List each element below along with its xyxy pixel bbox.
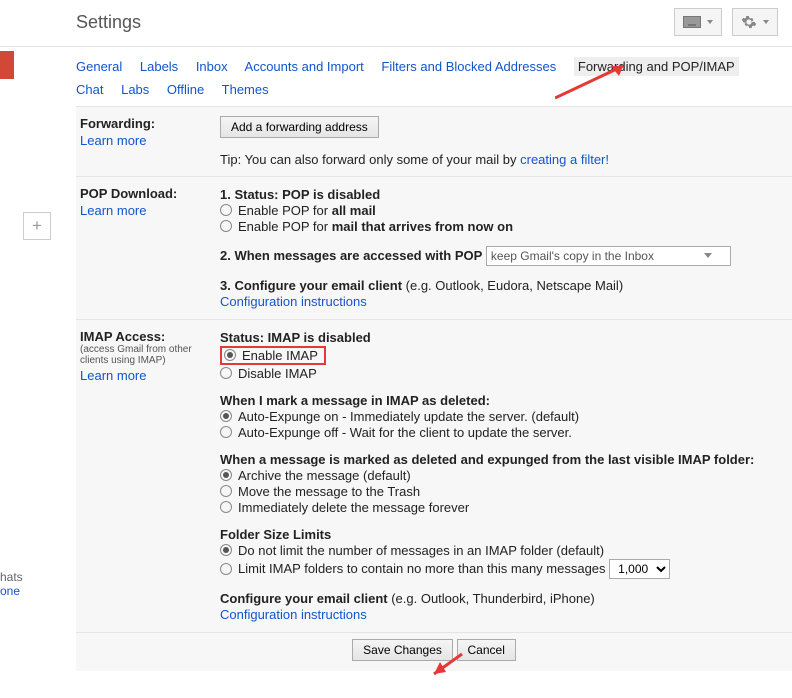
page-title: Settings (76, 12, 141, 33)
tab-accounts[interactable]: Accounts and Import (245, 59, 364, 74)
imap-title: IMAP Access: (80, 329, 220, 344)
pop-title: POP Download: (80, 186, 220, 201)
tab-labs[interactable]: Labs (121, 82, 149, 97)
delete-forever-radio[interactable] (220, 501, 232, 513)
gmail-accent-bar (0, 51, 14, 79)
imap-config-instructions[interactable]: Configuration instructions (220, 607, 367, 622)
expand-button[interactable]: + (23, 212, 51, 240)
tab-filters[interactable]: Filters and Blocked Addresses (381, 59, 556, 74)
imap-learn-more[interactable]: Learn more (80, 368, 220, 383)
pop-enable-now-radio[interactable] (220, 220, 232, 232)
imap-disable-radio[interactable] (220, 367, 232, 379)
add-forwarding-button[interactable]: Add a forwarding address (220, 116, 379, 138)
settings-button[interactable] (732, 8, 778, 36)
imap-expunge-header: When a message is marked as deleted and … (220, 452, 754, 467)
forwarding-learn-more[interactable]: Learn more (80, 133, 220, 148)
tab-labels[interactable]: Labels (140, 59, 178, 74)
settings-tabs: General Labels Inbox Accounts and Import… (76, 47, 792, 106)
imap-mark-deleted-header: When I mark a message in IMAP as deleted… (220, 393, 490, 408)
pop-section: POP Download: Learn more 1. Status: POP … (76, 177, 792, 320)
create-filter-link[interactable]: creating a filter! (520, 152, 609, 167)
limit-radio[interactable] (220, 563, 232, 575)
pop-enable-all-radio[interactable] (220, 204, 232, 216)
tab-inbox[interactable]: Inbox (196, 59, 228, 74)
forwarding-section: Forwarding: Learn more Add a forwarding … (76, 107, 792, 177)
imap-subtitle: (access Gmail from other clients using I… (80, 344, 220, 366)
gear-icon (741, 14, 757, 30)
input-tools-button[interactable] (674, 8, 722, 36)
tab-themes[interactable]: Themes (222, 82, 269, 97)
imap-status: Status: IMAP is disabled (220, 330, 371, 345)
auto-expunge-off-radio[interactable] (220, 426, 232, 438)
no-limit-radio[interactable] (220, 544, 232, 556)
auto-expunge-on-radio[interactable] (220, 410, 232, 422)
imap-enable-radio[interactable] (224, 349, 236, 361)
trash-radio[interactable] (220, 485, 232, 497)
keyboard-icon (683, 16, 701, 28)
archive-radio[interactable] (220, 469, 232, 481)
pop-access-label: 2. When messages are accessed with POP (220, 248, 482, 263)
chat-area: hats one (0, 570, 45, 598)
forwarding-tip: Tip: You can also forward only some of y… (220, 152, 782, 167)
pop-config-instructions[interactable]: Configuration instructions (220, 294, 367, 309)
save-changes-button[interactable]: Save Changes (352, 639, 453, 661)
limit-select[interactable]: 1,000 (609, 559, 670, 579)
imap-section: IMAP Access: (access Gmail from other cl… (76, 320, 792, 633)
enable-imap-highlight: Enable IMAP (220, 346, 326, 365)
pop-access-select[interactable]: keep Gmail's copy in the Inbox (486, 246, 731, 266)
forwarding-title: Forwarding: (80, 116, 220, 131)
pop-status: 1. Status: POP is disabled (220, 187, 380, 202)
folder-size-header: Folder Size Limits (220, 527, 331, 542)
tab-chat[interactable]: Chat (76, 82, 103, 97)
cancel-button[interactable]: Cancel (457, 639, 516, 661)
pop-learn-more[interactable]: Learn more (80, 203, 220, 218)
tab-general[interactable]: General (76, 59, 122, 74)
tab-offline[interactable]: Offline (167, 82, 204, 97)
tab-forwarding[interactable]: Forwarding and POP/IMAP (574, 57, 739, 76)
